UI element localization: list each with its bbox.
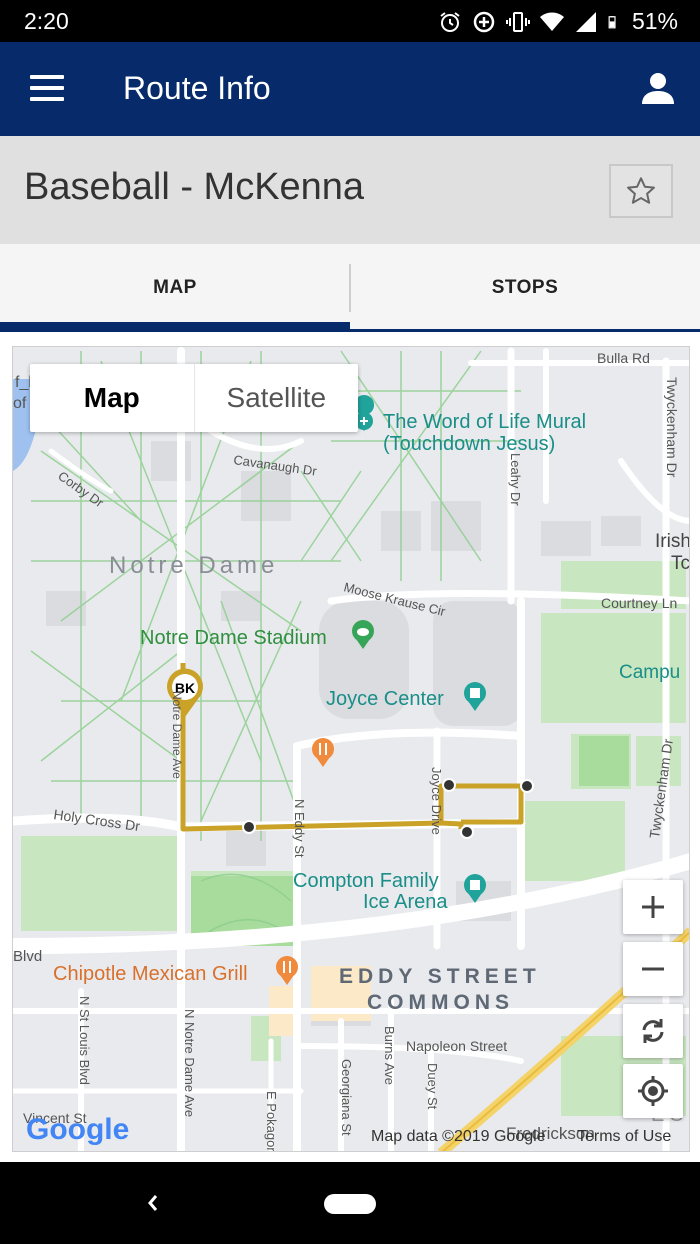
map-label: Tc bbox=[671, 553, 690, 574]
back-icon[interactable] bbox=[142, 1184, 164, 1222]
poi-label: The Word of Life Mural bbox=[383, 411, 586, 433]
poi-label: (Touchdown Jesus) bbox=[383, 433, 555, 455]
stop-marker[interactable] bbox=[460, 825, 474, 839]
status-bar: 2:20 51% bbox=[0, 0, 700, 42]
terms-link[interactable]: Terms of Use bbox=[577, 1128, 671, 1146]
map-label: N Eddy St bbox=[292, 799, 307, 858]
map-type-satellite-button[interactable]: Satellite bbox=[195, 364, 359, 432]
data-saver-icon bbox=[473, 11, 495, 32]
route-name: Baseball - McKenna bbox=[24, 166, 365, 208]
map-view[interactable]: BK Bulla Rd Courtney Ln Napoleon Street … bbox=[12, 346, 690, 1152]
map-label: N St Louis Blvd bbox=[77, 996, 92, 1085]
map-label: Notre Dame Ave bbox=[170, 691, 184, 779]
home-button[interactable] bbox=[324, 1194, 376, 1214]
area-label: Notre Dame bbox=[109, 552, 278, 579]
battery-level: 51% bbox=[631, 8, 678, 34]
zoom-out-button[interactable] bbox=[623, 942, 683, 996]
area-label: EDDY STREET bbox=[339, 965, 541, 988]
poi-label: Campu bbox=[619, 662, 680, 683]
map-label: Burns Ave bbox=[382, 1026, 397, 1085]
battery-icon bbox=[608, 15, 616, 28]
map-label: Courtney Ln bbox=[601, 595, 677, 611]
map-label: Irish bbox=[655, 531, 690, 552]
minus-icon bbox=[642, 967, 664, 971]
stop-marker[interactable] bbox=[520, 779, 534, 793]
menu-icon[interactable] bbox=[30, 75, 64, 101]
status-time: 2:20 bbox=[24, 8, 69, 34]
map-label: Bulla Rd bbox=[597, 350, 650, 366]
map-label: N Notre Dame Ave bbox=[182, 1009, 197, 1117]
map-label: Twyckenham Dr bbox=[664, 377, 680, 478]
map-label: Joyce Drive bbox=[429, 767, 444, 835]
crosshair-icon bbox=[638, 1076, 668, 1106]
map-label: Georgiana St bbox=[339, 1059, 354, 1136]
tab-map[interactable]: MAP bbox=[0, 244, 350, 332]
zoom-in-button[interactable] bbox=[623, 880, 683, 934]
tab-indicator bbox=[0, 322, 350, 332]
route-header: Baseball - McKenna bbox=[0, 136, 700, 244]
tab-underline bbox=[350, 329, 700, 332]
star-icon bbox=[627, 177, 655, 204]
poi-label: Joyce Center bbox=[326, 688, 444, 710]
signal-icon bbox=[575, 11, 596, 32]
area-label: COMMONS bbox=[367, 991, 514, 1014]
system-nav-bar bbox=[0, 1162, 700, 1244]
alarm-icon bbox=[440, 11, 460, 32]
app-bar: Route Info bbox=[0, 42, 700, 136]
wifi-icon bbox=[539, 12, 564, 31]
map-label: E Pokagon bbox=[264, 1091, 279, 1152]
vibrate-icon bbox=[505, 11, 530, 32]
poi-label: Compton Family bbox=[293, 870, 439, 892]
tab-stops[interactable]: STOPS bbox=[350, 244, 700, 332]
map-label: Napoleon Street bbox=[406, 1038, 507, 1054]
refresh-icon bbox=[642, 1019, 664, 1043]
map-label: Blvd bbox=[13, 948, 42, 965]
map-canvas[interactable]: BK Bulla Rd Courtney Ln Napoleon Street … bbox=[13, 347, 690, 1152]
status-icons: 51% bbox=[438, 8, 678, 35]
poi-label: Ice Arena bbox=[363, 891, 448, 913]
my-location-button[interactable] bbox=[623, 1064, 683, 1118]
map-type-control: Map Satellite bbox=[30, 364, 358, 432]
favorite-button[interactable] bbox=[609, 164, 673, 218]
tab-bar: MAP STOPS bbox=[0, 244, 700, 332]
page-title: Route Info bbox=[123, 70, 271, 106]
poi-label: Notre Dame Stadium bbox=[140, 627, 327, 649]
plus-icon bbox=[642, 896, 664, 918]
map-label: of bbox=[13, 395, 27, 412]
google-logo: Google bbox=[26, 1113, 129, 1146]
reset-view-button[interactable] bbox=[623, 1004, 683, 1058]
map-label: Leahy Dr bbox=[508, 453, 523, 506]
map-label: Duey St bbox=[425, 1063, 440, 1110]
map-attribution: Map data ©2019 Google bbox=[371, 1128, 546, 1145]
poi-label: Chipotle Mexican Grill bbox=[53, 963, 248, 985]
map-type-map-button[interactable]: Map bbox=[30, 364, 195, 432]
account-icon[interactable] bbox=[640, 70, 676, 106]
stop-marker[interactable] bbox=[242, 820, 256, 834]
